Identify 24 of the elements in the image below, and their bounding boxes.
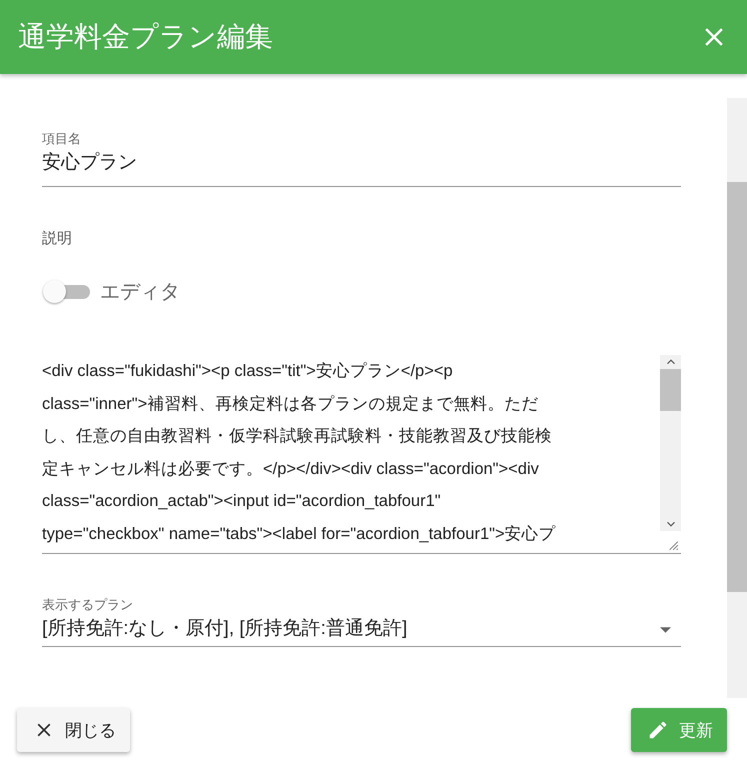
text-line: class="inner">補習料、再検定料は各プランの規定まで無料。ただ bbox=[42, 394, 540, 414]
scrollbar[interactable] bbox=[660, 355, 681, 531]
section-label: 説明 bbox=[42, 229, 73, 248]
dialog-title: 通学料金プラン編集 bbox=[18, 20, 273, 54]
scrollbar-thumb[interactable] bbox=[660, 369, 681, 411]
select-value: [所持免許:なし・原付], [所持免許:普通免許] bbox=[42, 616, 408, 641]
close-button[interactable]: 閉じる bbox=[17, 708, 130, 752]
name-field[interactable]: 項目名 安心プラン bbox=[42, 130, 681, 187]
source-textarea[interactable] bbox=[42, 355, 681, 554]
scrollbar-thumb[interactable] bbox=[727, 182, 747, 592]
field-label: 表示するプラン bbox=[42, 596, 134, 614]
text-line: <div class="fukidashi"><p class="tit">安心プラン</p><p bbox=[42, 361, 454, 382]
field-value: 安心プラン bbox=[42, 151, 138, 175]
text-line: type="checkbox" name="tabs"><label for="acordion_tabfour1">安心プ bbox=[42, 524, 557, 544]
pencil-icon bbox=[647, 719, 669, 741]
text-line: 定キャンセル料は必要です。</p></div><div class="acordion"><div bbox=[42, 458, 540, 480]
toggle-label: エディタ bbox=[100, 280, 180, 305]
text-line: し、任意の自由教習料・仮学科試験再試験料・技能教習及び技能検 bbox=[42, 426, 553, 447]
toggle-switch[interactable] bbox=[42, 278, 90, 304]
field-label: 項目名 bbox=[42, 130, 82, 148]
dropdown-arrow-icon bbox=[660, 627, 671, 633]
plan-select[interactable]: 表示するプラン [所持免許:なし・原付], [所持免許:普通免許] bbox=[42, 596, 681, 647]
scrollbar[interactable] bbox=[727, 98, 747, 698]
text-line: class="acordion_actab"><input id="acordion_tabfour1" bbox=[42, 491, 442, 512]
